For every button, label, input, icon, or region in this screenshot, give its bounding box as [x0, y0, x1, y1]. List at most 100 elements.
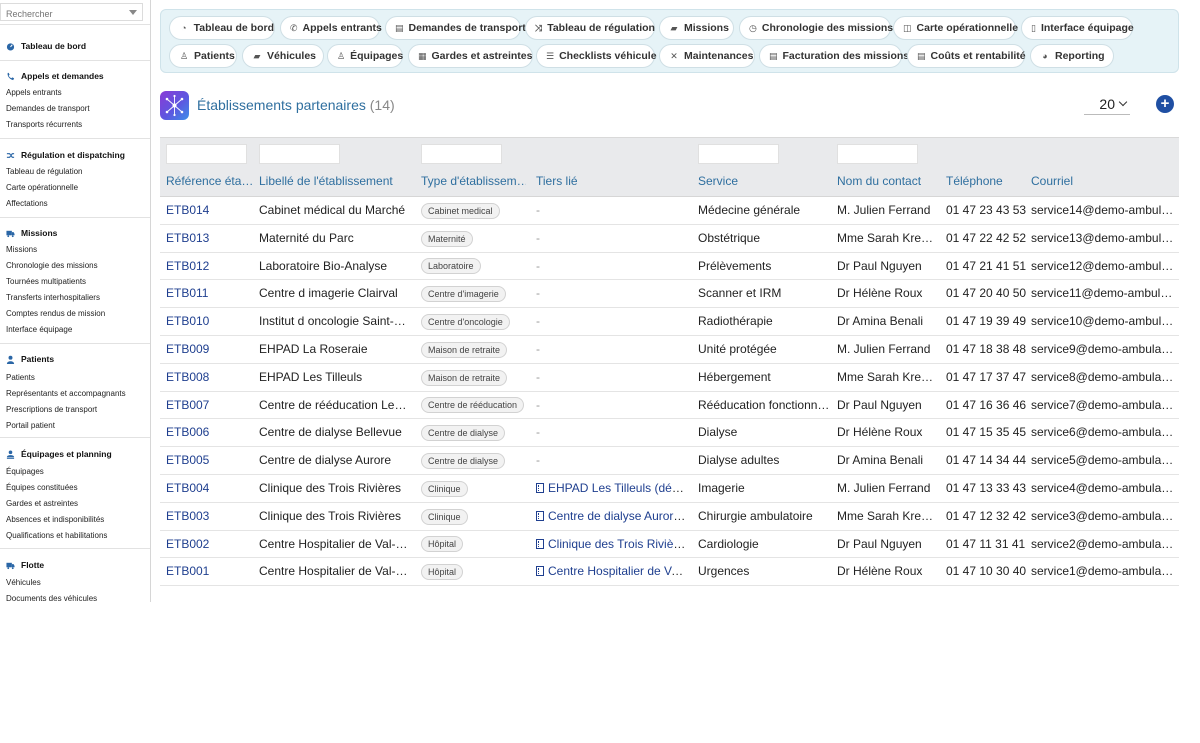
tab-vehicules[interactable]: ▰ Véhicules: [242, 44, 324, 68]
sidebar-item-gardes-astreintes[interactable]: Gardes et astreintes: [0, 496, 150, 512]
sidebar-section-patients[interactable]: Patients: [0, 352, 150, 366]
sidebar-item-prescriptions[interactable]: Prescriptions de transport: [0, 402, 150, 418]
tab-checklists[interactable]: ☰ Checklists véhicule: [536, 44, 657, 68]
sidebar-item-representants[interactable]: Représentants et accompagnants: [0, 386, 150, 402]
sidebar-item-missions[interactable]: Missions: [0, 242, 150, 258]
sidebar-item-interface-equipage[interactable]: Interface équipage: [0, 322, 150, 338]
cell-reference[interactable]: ETB001: [166, 558, 252, 585]
column-header-service[interactable]: Service: [698, 174, 828, 188]
sidebar-item-appels-entrants[interactable]: Appels entrants: [0, 85, 150, 101]
filter-type[interactable]: [421, 144, 502, 164]
sidebar-item-demandes-transport[interactable]: Demandes de transport: [0, 101, 150, 117]
tab-chronologie[interactable]: ◷ Chronologie des missions: [739, 16, 893, 40]
tab-appels-entrants[interactable]: ✆ Appels entrants: [280, 16, 382, 40]
sidebar-item-affectations[interactable]: Affectations: [0, 196, 150, 212]
sidebar-item-documents-vehicules[interactable]: Documents des véhicules: [0, 591, 150, 602]
cell-reference[interactable]: ETB002: [166, 531, 252, 558]
column-header-contact[interactable]: Nom du contact: [837, 174, 937, 188]
table-row[interactable]: ETB001 Centre Hospitalier de Val-Fl… Hôpit…: [160, 558, 1179, 587]
tab-tableau-de-bord[interactable]: ◔ Tableau de bord: [169, 16, 275, 40]
tab-facturation[interactable]: ▤ Facturation des missions: [759, 44, 909, 68]
chevron-down-icon[interactable]: [129, 10, 137, 15]
sidebar-item-chronologie[interactable]: Chronologie des missions: [0, 258, 150, 274]
tab-missions[interactable]: ▰ Missions: [659, 16, 734, 40]
linked-entity-link[interactable]: EHPAD Les Tilleuls (démo): [548, 481, 688, 495]
sidebar-item-absences[interactable]: Absences et indisponibilités: [0, 512, 150, 528]
tab-patients[interactable]: ♙ Patients: [169, 44, 237, 68]
sidebar-item-comptes-rendus[interactable]: Comptes rendus de mission: [0, 306, 150, 322]
table-row[interactable]: ETB005 Centre de dialyse Aurore Centre de …: [160, 447, 1179, 475]
table-row[interactable]: ETB013 Maternité du Parc Maternité - Obstétr…: [160, 225, 1179, 253]
column-header-courriel[interactable]: Courriel: [1031, 174, 1179, 188]
filter-reference[interactable]: [166, 144, 247, 164]
filter-service[interactable]: [698, 144, 779, 164]
cell-reference[interactable]: ETB011: [166, 280, 252, 307]
cell-reference[interactable]: ETB007: [166, 392, 252, 419]
filter-libelle[interactable]: [259, 144, 340, 164]
cell-tiers[interactable]: Clinique des Trois Rivière…: [536, 531, 688, 558]
add-record-button[interactable]: +: [1156, 95, 1174, 113]
tab-demandes-transport[interactable]: ▤ Demandes de transport: [385, 16, 526, 40]
cell-reference[interactable]: ETB010: [166, 308, 252, 335]
search-input[interactable]: [1, 6, 121, 22]
tab-carte-operationnelle[interactable]: ◫ Carte opérationnelle: [893, 16, 1018, 40]
tab-maintenances[interactable]: ✕ Maintenances: [659, 44, 755, 68]
sidebar-item-transports-recurrents[interactable]: Transports récurrents: [0, 117, 150, 133]
linked-entity-link[interactable]: Centre Hospitalier de Val-…: [548, 564, 688, 578]
tab-equipages[interactable]: ♙ Équipages: [327, 44, 403, 68]
cell-reference[interactable]: ETB005: [166, 447, 252, 474]
table-row[interactable]: ETB014 Cabinet médical du Marché Cabinet m…: [160, 197, 1179, 225]
cell-reference[interactable]: ETB013: [166, 225, 252, 252]
cell-tiers[interactable]: EHPAD Les Tilleuls (démo): [536, 475, 688, 502]
table-row[interactable]: ETB007 Centre de rééducation Les … Centre …: [160, 392, 1179, 420]
sidebar-section-missions[interactable]: Missions: [0, 226, 150, 240]
table-row[interactable]: ETB008 EHPAD Les Tilleuls Maison de retrai…: [160, 364, 1179, 392]
cell-reference[interactable]: ETB004: [166, 475, 252, 502]
table-row[interactable]: ETB003 Clinique des Trois Rivières Cliniqu…: [160, 503, 1179, 531]
sidebar-item-vehicules[interactable]: Véhicules: [0, 575, 150, 591]
cell-tiers[interactable]: Centre de dialyse Aurore …: [536, 503, 688, 530]
cell-reference[interactable]: ETB006: [166, 419, 252, 446]
linked-entity-link[interactable]: Clinique des Trois Rivière…: [548, 537, 688, 551]
cell-reference[interactable]: ETB014: [166, 197, 252, 224]
sidebar-section-regulation[interactable]: Régulation et dispatching: [0, 148, 150, 162]
sidebar-item-qualifications[interactable]: Qualifications et habilitations: [0, 528, 150, 544]
tab-interface-equipage[interactable]: ▯ Interface équipage: [1021, 16, 1134, 40]
sidebar-item-dashboard[interactable]: Tableau de bord: [0, 39, 150, 53]
table-row[interactable]: ETB010 Institut d oncologie Saint-Marc Cen…: [160, 308, 1179, 336]
sidebar-section-calls[interactable]: Appels et demandes: [0, 69, 150, 83]
sidebar-item-equipes-constituees[interactable]: Équipes constituées: [0, 480, 150, 496]
sidebar-item-carte-operationnelle[interactable]: Carte opérationnelle: [0, 180, 150, 196]
table-row[interactable]: ETB006 Centre de dialyse Bellevue Centre d…: [160, 419, 1179, 448]
column-header-libelle[interactable]: Libellé de l'établissement: [259, 174, 414, 188]
cell-reference[interactable]: ETB012: [166, 253, 252, 280]
sidebar-section-flotte[interactable]: Flotte: [0, 558, 150, 572]
table-row[interactable]: ETB002 Centre Hospitalier de Val-Fl… Hôpit…: [160, 531, 1179, 559]
tab-gardes-astreintes[interactable]: ▦ Gardes et astreintes: [408, 44, 533, 68]
sidebar-item-tournees[interactable]: Tournées multipatients: [0, 274, 150, 290]
table-row[interactable]: ETB004 Clinique des Trois Rivières Cliniqu…: [160, 475, 1179, 503]
tab-reporting[interactable]: ◕ Reporting: [1030, 44, 1114, 68]
sidebar-search[interactable]: [0, 3, 143, 22]
table-row[interactable]: ETB009 EHPAD La Roseraie Maison de retrait…: [160, 336, 1179, 364]
sidebar-item-portail-patient[interactable]: Portail patient: [0, 418, 150, 434]
page-size-select[interactable]: 20: [1084, 93, 1130, 115]
filter-contact[interactable]: [837, 144, 918, 164]
column-header-type[interactable]: Type d'établissem…: [421, 174, 526, 188]
cell-reference[interactable]: ETB003: [166, 503, 252, 530]
column-header-reference[interactable]: Référence éta…: [166, 174, 252, 188]
cell-tiers[interactable]: Centre Hospitalier de Val-…: [536, 558, 688, 585]
linked-entity-link[interactable]: Centre de dialyse Aurore …: [548, 509, 688, 523]
tab-tableau-regulation[interactable]: ⤨ Tableau de régulation: [525, 16, 655, 40]
column-header-tiers[interactable]: Tiers lié: [536, 174, 686, 188]
table-row[interactable]: ETB011 Centre d imagerie Clairval Centre d…: [160, 280, 1179, 309]
cell-reference[interactable]: ETB008: [166, 364, 252, 391]
sidebar-item-patients[interactable]: Patients: [0, 370, 150, 386]
sidebar-section-equipages[interactable]: Équipages et planning: [0, 447, 150, 461]
cell-reference[interactable]: ETB009: [166, 336, 252, 363]
tab-couts-rentabilite[interactable]: ▤ Coûts et rentabilité: [907, 44, 1026, 68]
sidebar-item-transferts[interactable]: Transferts interhospitaliers: [0, 290, 150, 306]
sidebar-item-equipages[interactable]: Équipages: [0, 464, 150, 480]
table-row[interactable]: ETB012 Laboratoire Bio-Analyse Laboratoire…: [160, 253, 1179, 281]
column-header-telephone[interactable]: Téléphone: [946, 174, 1026, 188]
